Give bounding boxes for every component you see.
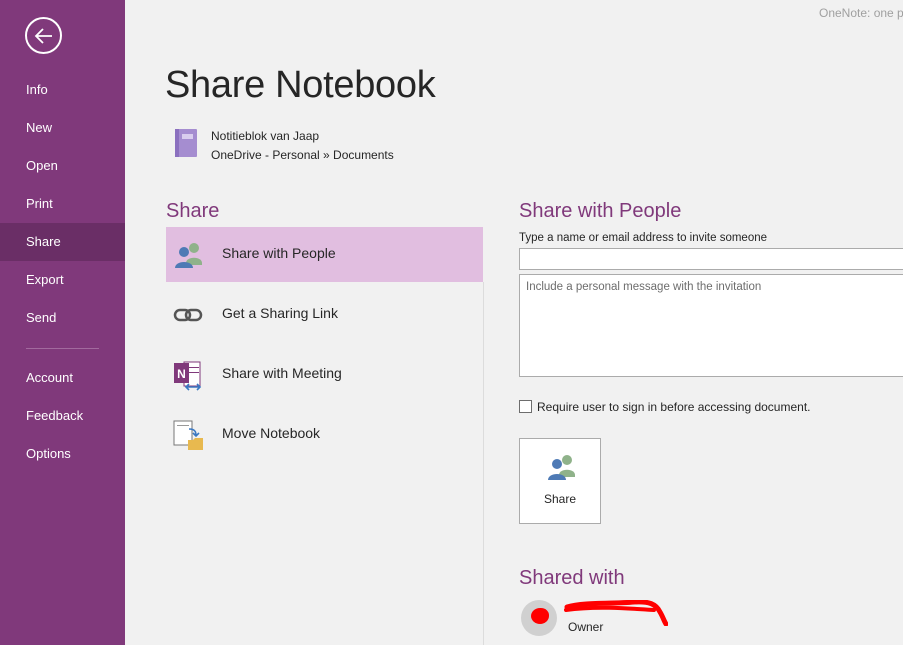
back-arrow-icon	[34, 28, 52, 44]
nav-item-info[interactable]: Info	[0, 71, 125, 109]
back-button[interactable]	[25, 17, 62, 54]
invite-field-label: Type a name or email address to invite s…	[519, 232, 768, 244]
nav-item-options[interactable]: Options	[0, 435, 125, 473]
panel-divider	[483, 282, 484, 645]
owner-role-label: Owner	[568, 620, 604, 634]
nav-item-export[interactable]: Export	[0, 261, 125, 299]
invite-input[interactable]	[519, 248, 903, 270]
notebook-name: Notitieblok van Jaap	[211, 129, 320, 143]
nav-item-account[interactable]: Account	[0, 359, 125, 397]
share-options-list: Share with People Get a Sharing Link N S…	[166, 227, 483, 467]
share-button[interactable]: Share	[519, 438, 601, 524]
require-signin-label: Require user to sign in before accessing…	[537, 400, 811, 414]
nav-divider	[26, 348, 99, 349]
share-button-label: Share	[543, 492, 577, 506]
share-option-label: Get a Sharing Link	[222, 305, 338, 321]
share-option-label: Share with People	[222, 245, 336, 261]
share-with-people-heading: Share with People	[519, 200, 682, 222]
share-option-get-sharing-link[interactable]: Get a Sharing Link	[166, 287, 483, 342]
nav-item-open[interactable]: Open	[0, 147, 125, 185]
nav-item-feedback[interactable]: Feedback	[0, 397, 125, 435]
redaction-mark	[531, 608, 549, 624]
window-title: OneNote: one p	[819, 6, 903, 20]
share-option-label: Move Notebook	[222, 425, 321, 441]
people-icon	[175, 243, 202, 268]
nav-item-print[interactable]: Print	[0, 185, 125, 223]
share-option-share-with-meeting[interactable]: N Share with Meeting	[166, 347, 483, 402]
backstage-sidebar: Info New Open Print Share Export Send Ac…	[0, 0, 125, 645]
share-option-label: Share with Meeting	[222, 365, 342, 381]
share-option-share-with-people[interactable]: Share with People	[166, 227, 483, 282]
require-signin-checkbox[interactable]	[519, 400, 532, 413]
people-icon	[548, 455, 575, 480]
notebook-location: OneDrive - Personal » Documents	[211, 148, 394, 162]
onenote-meeting-icon: N	[174, 361, 202, 391]
avatar[interactable]	[521, 600, 557, 636]
svg-text:N: N	[177, 367, 186, 381]
move-notebook-icon	[173, 420, 203, 450]
page-title: Share Notebook	[165, 64, 436, 106]
share-section-heading: Share	[166, 200, 220, 222]
notebook-icon	[175, 129, 197, 157]
shared-with-heading: Shared with	[519, 567, 625, 589]
nav-item-send[interactable]: Send	[0, 299, 125, 337]
personal-message-input[interactable]	[519, 274, 903, 377]
share-option-move-notebook[interactable]: Move Notebook	[166, 407, 483, 462]
nav-item-new[interactable]: New	[0, 109, 125, 147]
link-icon	[173, 308, 203, 322]
nav-item-share[interactable]: Share	[0, 223, 125, 261]
